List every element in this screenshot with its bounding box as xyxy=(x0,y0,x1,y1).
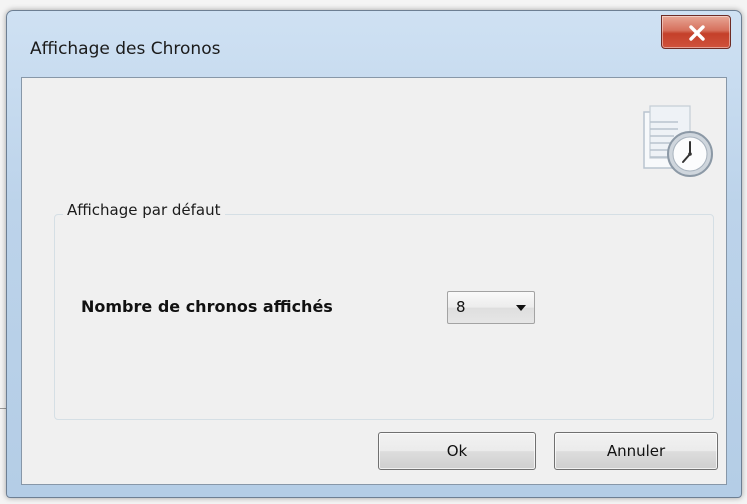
dialog-window: Affichage des Chronos Affichage par défa… xyxy=(6,10,742,498)
cancel-button[interactable]: Annuler xyxy=(554,432,718,470)
window-title: Affichage des Chronos xyxy=(30,39,221,59)
title-bar[interactable]: Affichage des Chronos xyxy=(7,11,741,77)
clock-document-icon xyxy=(643,105,713,177)
chrono-count-value: 8 xyxy=(456,298,466,316)
chrono-count-label: Nombre de chronos affichés xyxy=(81,297,333,316)
ok-button[interactable]: Ok xyxy=(378,432,536,470)
close-icon xyxy=(689,25,705,41)
default-display-group: Affichage par défaut Nombre de chronos a… xyxy=(54,201,714,420)
chevron-down-icon xyxy=(516,305,526,311)
group-title: Affichage par défaut xyxy=(63,201,225,219)
dialog-content: Affichage par défaut Nombre de chronos a… xyxy=(21,77,727,485)
close-button[interactable] xyxy=(661,15,731,49)
chrono-count-select[interactable]: 8 xyxy=(447,291,535,324)
